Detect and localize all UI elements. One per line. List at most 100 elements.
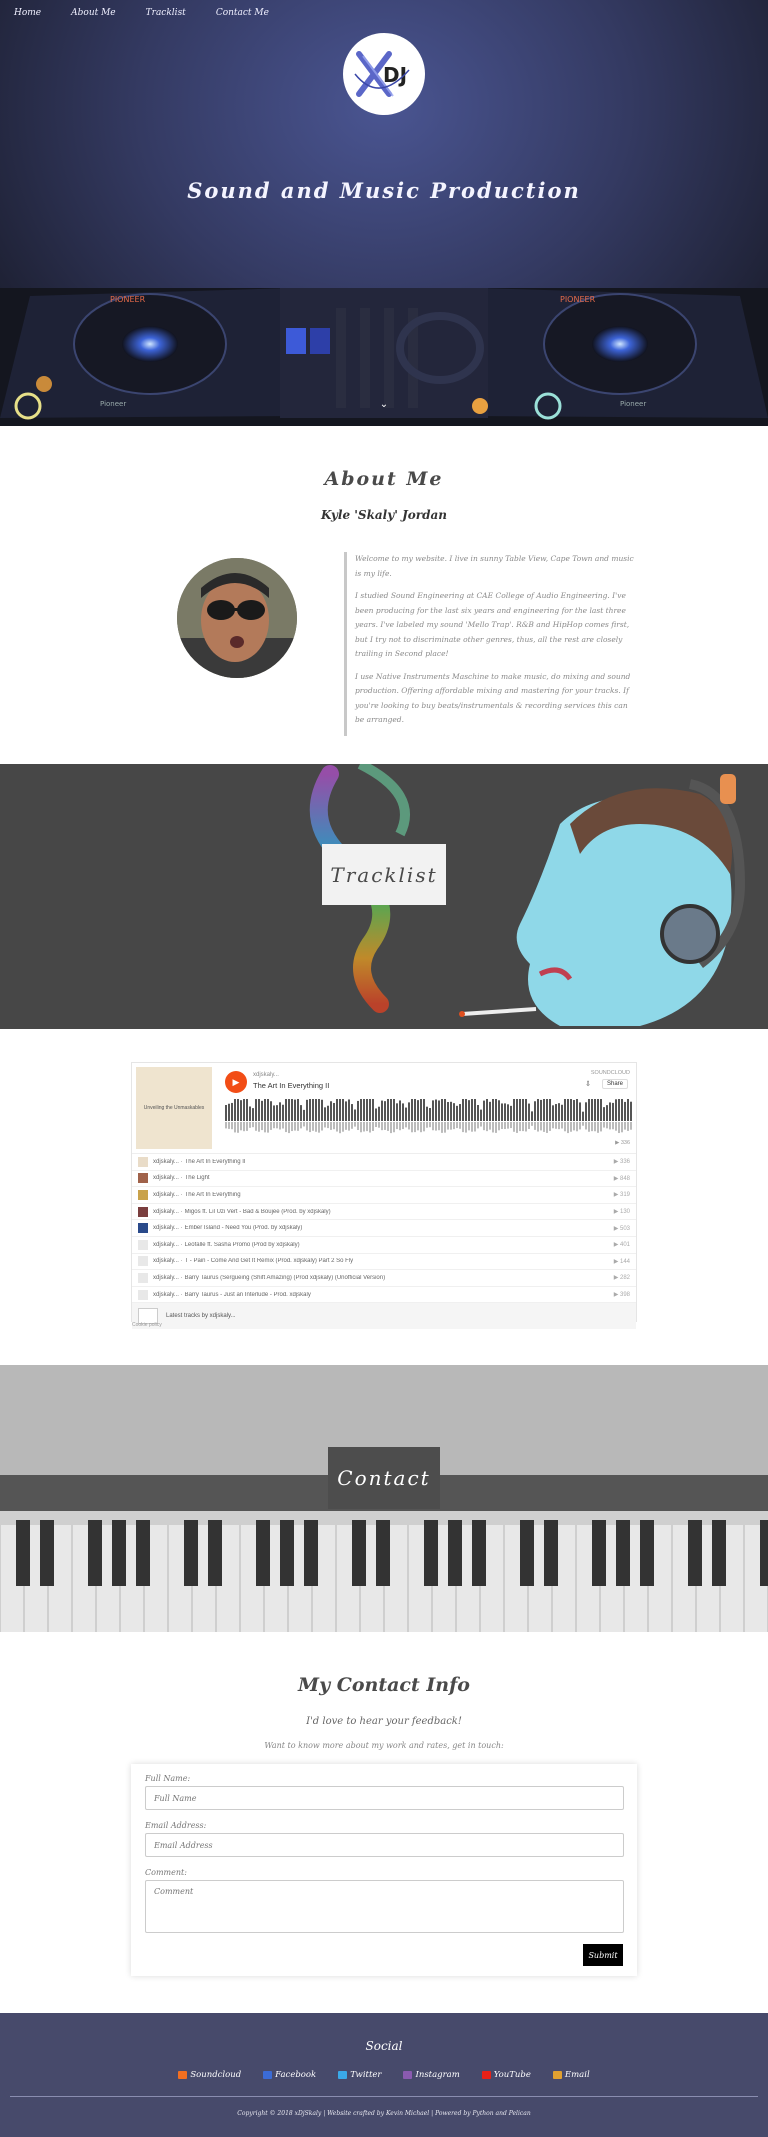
waveform-bar: [600, 1099, 602, 1121]
social-link-soundcloud[interactable]: Soundcloud: [178, 2070, 241, 2080]
play-button[interactable]: ▶: [225, 1071, 247, 1093]
waveform-bar: [507, 1104, 509, 1121]
social-link-email[interactable]: Email: [552, 2070, 590, 2080]
waveform-reflection: [384, 1122, 386, 1130]
track-row[interactable]: xdjskaly... · Barry Taurus (Sergueing (S…: [132, 1270, 636, 1287]
social-link-twitter[interactable]: Twitter: [338, 2070, 381, 2080]
waveform-bar: [345, 1101, 347, 1121]
waveform-reflection: [291, 1122, 293, 1132]
album-cover[interactable]: Unveiling the Unmaskables: [136, 1067, 212, 1149]
comment-textarea[interactable]: [145, 1880, 624, 1933]
waveform-bar: [366, 1099, 368, 1121]
hero-section: DJ Sound and Music Production PIONEER PI…: [0, 0, 768, 426]
waveform-reflection: [435, 1122, 437, 1131]
site-logo[interactable]: DJ: [343, 33, 425, 115]
waveform-reflection: [609, 1122, 611, 1130]
waveform-reflection: [456, 1122, 458, 1129]
waveform-bar: [630, 1101, 632, 1121]
waveform-reflection: [567, 1122, 569, 1134]
social-link-instagram[interactable]: Instagram: [403, 2070, 460, 2080]
piano-black-key: [280, 1520, 294, 1586]
waveform-reflection: [285, 1122, 287, 1133]
waveform-bar: [585, 1102, 587, 1121]
waveform-bar: [528, 1103, 530, 1121]
track-title: Leofalle ft. Sasha Promo (Prod by xdjska…: [184, 1241, 300, 1248]
track-artist: xdjskaly... ·: [153, 1158, 183, 1165]
track-row[interactable]: xdjskaly... · The Art In Everything II ▶ …: [132, 1154, 636, 1171]
track-thumbnail: [138, 1256, 148, 1267]
email-input[interactable]: [145, 1833, 624, 1857]
waveform-reflection: [474, 1122, 476, 1132]
track-row[interactable]: xdjskaly... · The Light ▶ 848: [132, 1171, 636, 1188]
waveform-reflection: [630, 1122, 632, 1130]
bio-paragraph: I use Native Instruments Maschine to mak…: [355, 671, 631, 725]
nav-tracklist[interactable]: Tracklist: [146, 8, 186, 20]
waveform-reflection: [420, 1122, 422, 1133]
top-nav: Home About Me Tracklist Contact Me: [0, 0, 768, 28]
social-link-youtube[interactable]: YouTube: [481, 2070, 531, 2080]
waveform-reflection: [360, 1122, 362, 1133]
soundcloud-logo[interactable]: SOUNDCLOUD: [591, 1070, 630, 1076]
social-link-facebook[interactable]: Facebook: [263, 2070, 316, 2080]
scroll-down-chevron-icon[interactable]: ⌄: [377, 399, 391, 413]
waveform-reflection: [246, 1122, 248, 1131]
track-title: T - Pain - Come And Get It Remix (Prod. …: [184, 1258, 354, 1265]
track-row[interactable]: xdjskaly... · The Art In Everything ▶ 319: [132, 1187, 636, 1204]
player-track-title[interactable]: The Art In Everything II: [253, 1081, 329, 1090]
piano-black-key: [544, 1520, 558, 1586]
waveform-bar: [567, 1099, 569, 1121]
cookie-policy-link[interactable]: Cookie policy: [132, 1322, 162, 1328]
social-link-label: YouTube: [493, 2070, 531, 2080]
nav-home[interactable]: Home: [14, 8, 41, 20]
waveform[interactable]: [225, 1099, 633, 1135]
track-row[interactable]: xdjskaly... · Ember Island - Need You (P…: [132, 1220, 636, 1237]
track-row[interactable]: xdjskaly... · Barry Taurus - Just an Int…: [132, 1287, 636, 1304]
waveform-bar: [417, 1100, 419, 1121]
nav-contact[interactable]: Contact Me: [216, 8, 269, 20]
waveform-reflection: [324, 1122, 326, 1128]
waveform-bar: [522, 1099, 524, 1121]
waveform-reflection: [594, 1122, 596, 1132]
waveform-bar: [588, 1099, 590, 1121]
waveform-reflection: [558, 1122, 560, 1130]
social-title: Social: [365, 2039, 403, 2053]
track-title: Ember Island - Need You (Prod. by xdjska…: [184, 1225, 303, 1232]
latest-tracks-text[interactable]: Latest tracks by xdjskaly...: [166, 1313, 236, 1319]
submit-button[interactable]: Submit: [583, 1944, 623, 1966]
waveform-reflection: [489, 1122, 491, 1130]
waveform-reflection: [267, 1122, 269, 1133]
track-play-count: ▶ 319: [613, 1192, 630, 1199]
track-row[interactable]: xdjskaly... · Leofalle ft. Sasha Promo (…: [132, 1237, 636, 1254]
player-artist[interactable]: xdjskaly...: [253, 1072, 279, 1078]
nav-about[interactable]: About Me: [71, 8, 116, 20]
instagram-icon: [403, 2071, 413, 2079]
svg-text:Pioneer: Pioneer: [620, 400, 646, 408]
waveform-reflection: [414, 1122, 416, 1133]
waveform-reflection: [528, 1122, 530, 1129]
waveform-bar: [243, 1099, 245, 1121]
waveform-bar: [627, 1099, 629, 1121]
waveform-bar: [393, 1099, 395, 1121]
waveform-bar: [381, 1100, 383, 1121]
waveform-reflection: [249, 1122, 251, 1128]
waveform-reflection: [507, 1122, 509, 1129]
waveform-bar: [501, 1103, 503, 1121]
full-name-input[interactable]: [145, 1786, 624, 1810]
waveform-bar: [327, 1105, 329, 1121]
track-row[interactable]: xdjskaly... · Migos ft. Lil Uzi Vert - B…: [132, 1204, 636, 1221]
waveform-bar: [321, 1099, 323, 1121]
waveform-reflection: [582, 1122, 584, 1126]
download-icon[interactable]: ⇩: [585, 1080, 591, 1088]
waveform-reflection: [234, 1122, 236, 1133]
piano-black-key: [352, 1520, 366, 1586]
waveform-reflection: [306, 1122, 308, 1131]
youtube-icon: [481, 2071, 491, 2079]
waveform-bar: [504, 1103, 506, 1121]
waveform-reflection: [570, 1122, 572, 1132]
waveform-reflection: [510, 1122, 512, 1129]
waveform-bar: [297, 1099, 299, 1121]
track-row[interactable]: xdjskaly... · T - Pain - Come And Get It…: [132, 1254, 636, 1271]
track-title: The Art In Everything II: [184, 1158, 246, 1165]
waveform-reflection: [450, 1122, 452, 1130]
share-button[interactable]: Share: [601, 1079, 628, 1089]
